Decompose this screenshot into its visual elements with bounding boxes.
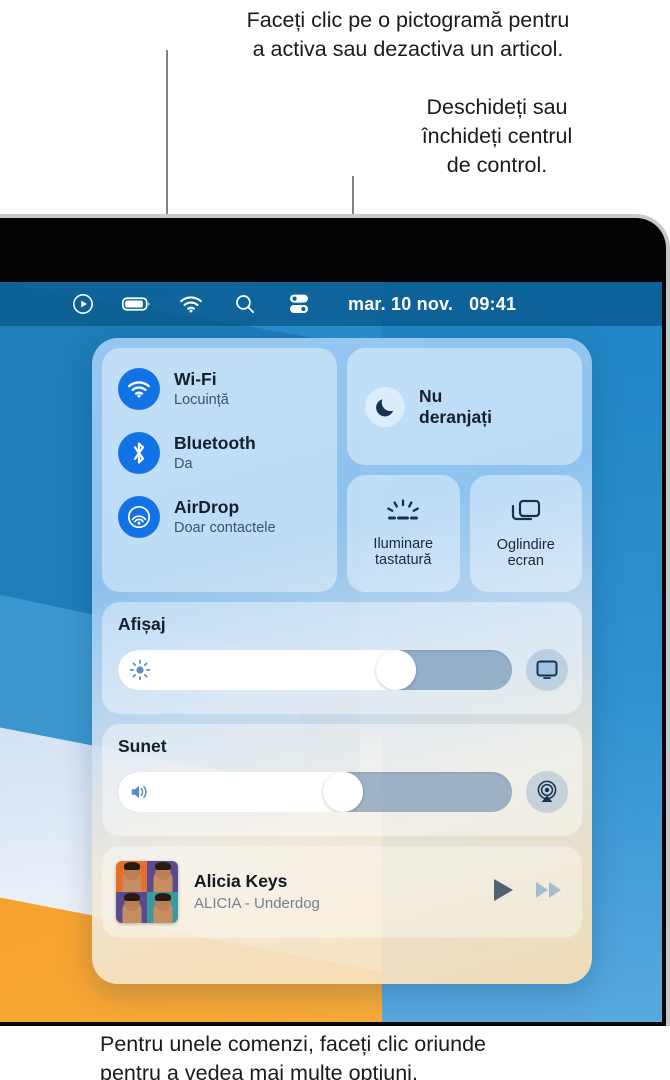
screen-mirroring-label: Oglindire ecran: [496, 536, 555, 569]
do-not-disturb-module[interactable]: Nu deranjați: [347, 348, 582, 465]
wifi-subtitle: Locuință: [174, 391, 229, 408]
screenshot-root: Faceți clic pe o pictogramă pentru a act…: [0, 0, 670, 1080]
airdrop-title: AirDrop: [174, 497, 240, 518]
wifi-title: Wi-Fi: [174, 369, 217, 390]
screen-mirroring-icon: [509, 498, 543, 531]
wifi-icon[interactable]: [164, 282, 218, 326]
bluetooth-title: Bluetooth: [174, 433, 256, 454]
keyboard-brightness-tile[interactable]: Iluminare tastatură: [347, 475, 460, 592]
menu-bar-date: mar. 10 nov.: [348, 293, 454, 314]
control-center-icon[interactable]: [272, 282, 326, 326]
do-not-disturb-label: Nu deranjați: [419, 386, 492, 427]
callout-text-click-for-options: Pentru unele comenzi, faceți clic oriund…: [100, 1032, 487, 1080]
fast-forward-icon[interactable]: [534, 876, 564, 909]
display-title: Afișaj: [118, 614, 166, 634]
laptop-screen: mar. 10 nov. 09:41 Wi-Fi Locuință Blueto…: [0, 282, 662, 1022]
wifi-row[interactable]: Wi-Fi Locuință: [118, 368, 337, 410]
menu-bar-time: 09:41: [469, 293, 517, 314]
wifi-icon[interactable]: [118, 368, 160, 410]
callout-text-toggle-item: Faceți clic pe o pictogramă pentru a act…: [246, 8, 570, 61]
brightness-slider[interactable]: [118, 650, 512, 690]
keyboard-brightness-icon: [384, 499, 422, 530]
album-artwork: [116, 861, 178, 923]
spotlight-search-icon[interactable]: [218, 282, 272, 326]
moon-icon[interactable]: [365, 386, 405, 427]
bluetooth-icon[interactable]: [118, 432, 160, 474]
callout-text-open-close-control-center: Deschideți sau închideți centrul de cont…: [421, 95, 573, 177]
bluetooth-row[interactable]: Bluetooth Da: [118, 432, 337, 474]
sound-title: Sunet: [118, 736, 167, 756]
display-module: Afișaj: [102, 602, 582, 714]
control-center-panel: Wi-Fi Locuință Bluetooth Da AirDrop Doar…: [92, 338, 592, 984]
laptop-frame: mar. 10 nov. 09:41 Wi-Fi Locuință Blueto…: [0, 214, 670, 1026]
volume-slider[interactable]: [118, 772, 512, 812]
speaker-icon: [129, 781, 151, 803]
screen-mirroring-tile[interactable]: Oglindire ecran: [469, 475, 582, 592]
play-icon[interactable]: [490, 876, 516, 909]
now-playing-icon[interactable]: [56, 282, 110, 326]
keyboard-brightness-label: Iluminare tastatură: [373, 535, 434, 568]
display-options-button[interactable]: [526, 649, 568, 691]
brightness-icon: [129, 659, 151, 681]
menu-bar-clock[interactable]: mar. 10 nov. 09:41: [348, 294, 516, 315]
sound-module: Sunet: [102, 724, 582, 836]
now-playing-artist: Alicia Keys: [194, 871, 288, 891]
now-playing-track: ALICIA - Underdog: [194, 895, 320, 912]
airdrop-icon[interactable]: [118, 496, 160, 538]
now-playing-module[interactable]: Alicia Keys ALICIA - Underdog: [102, 846, 582, 938]
airdrop-row[interactable]: AirDrop Doar contactele: [118, 496, 337, 538]
bluetooth-subtitle: Da: [174, 455, 193, 472]
connectivity-module: Wi-Fi Locuință Bluetooth Da AirDrop Doar…: [102, 348, 337, 592]
airdrop-subtitle: Doar contactele: [174, 519, 276, 536]
airplay-audio-button[interactable]: [526, 771, 568, 813]
battery-icon[interactable]: [110, 282, 164, 326]
menu-bar: mar. 10 nov. 09:41: [0, 282, 662, 326]
